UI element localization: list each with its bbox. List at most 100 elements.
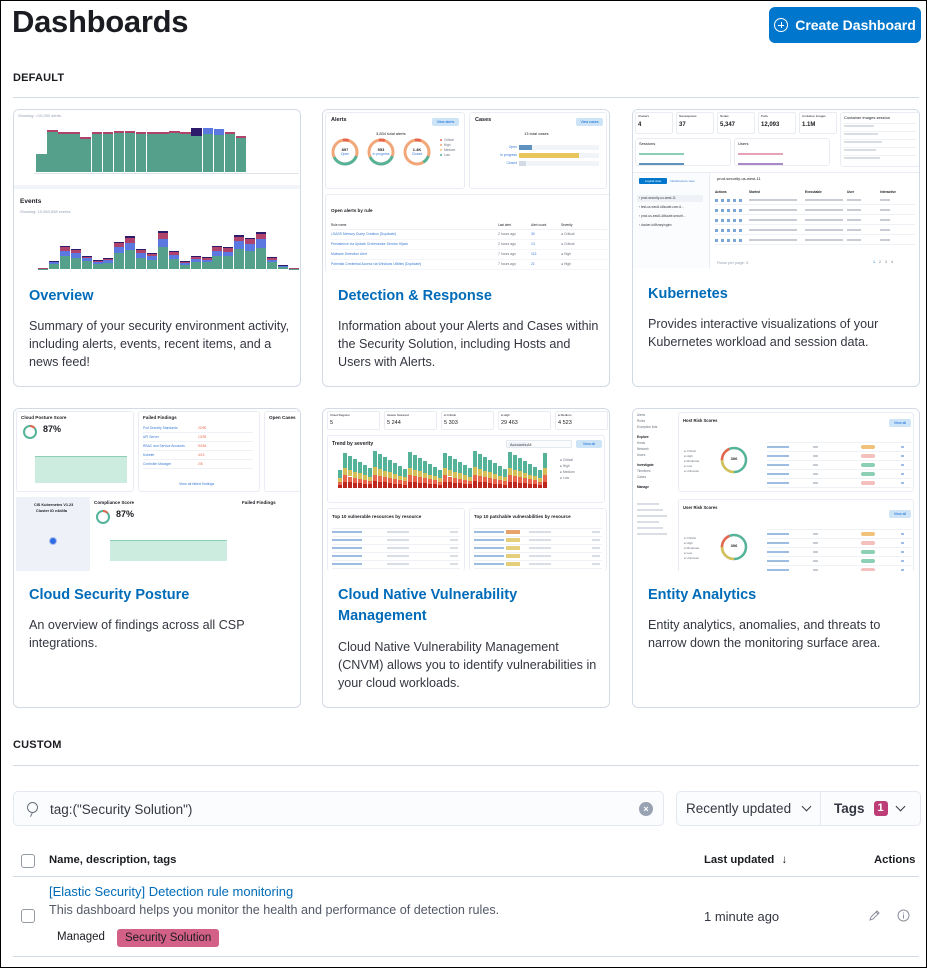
sort-select[interactable]: Recently updated — [677, 792, 821, 825]
trend-bar-segment — [388, 482, 392, 488]
security-solution-tag[interactable]: Security Solution — [117, 929, 220, 947]
create-dashboard-button[interactable]: Create Dashboard — [769, 7, 921, 43]
user-placeholder — [847, 199, 861, 201]
cvss-badge — [506, 546, 520, 550]
accounts-select[interactable]: Accounts All — [506, 440, 572, 448]
events-bar-segment — [168, 252, 179, 255]
sessions-label: Sessions — [639, 141, 656, 146]
cnvm-stat-value: 5 244 — [387, 420, 401, 426]
trend-bar-segment — [493, 463, 497, 474]
view-all-button[interactable]: View all — [576, 440, 602, 448]
column-header-last-updated[interactable]: Last updated ↓ — [704, 854, 787, 866]
user-view-all-button[interactable]: View all — [889, 510, 911, 518]
text-placeholder — [529, 555, 551, 557]
trend-bar-segment — [513, 455, 517, 470]
divider — [332, 552, 460, 553]
edit-pencil-icon[interactable] — [867, 909, 881, 923]
histogram-bar — [135, 132, 147, 172]
alerts-placeholder — [901, 482, 904, 484]
card-title[interactable]: Cloud Native Vulnerability Management — [338, 585, 598, 627]
managed-badge: Managed — [57, 931, 105, 943]
trend-bar-segment — [378, 454, 382, 469]
nav-item: Manage — [637, 485, 649, 489]
card-title[interactable]: Kubernetes — [648, 284, 908, 305]
trend-bar-segment — [443, 453, 447, 469]
histogram-bar-segment — [102, 132, 114, 135]
divider — [767, 469, 911, 470]
divider — [332, 544, 460, 545]
finding-name: API Server — [143, 435, 159, 439]
view-cases-button[interactable]: View cases — [576, 118, 603, 126]
nav-item-placeholder — [637, 509, 663, 511]
divider — [844, 123, 916, 124]
divider — [331, 259, 607, 260]
dashboard-card-cloud-security-posture[interactable]: Cloud Posture Score 87% Failed Findings … — [13, 408, 301, 708]
search-bar: × — [13, 791, 664, 826]
count-placeholder — [592, 555, 600, 557]
rule-name: Malware Detection Alert — [331, 252, 367, 256]
events-bar-segment — [48, 264, 59, 269]
dashboard-card-overview[interactable]: Showing: >10,000 alerts Events Showing: … — [13, 109, 301, 387]
card-title[interactable]: Overview — [29, 286, 289, 307]
logical-view-button[interactable]: Logical view — [639, 178, 667, 184]
trend-bar-segment — [528, 474, 532, 480]
events-bar-segment — [245, 243, 256, 251]
trend-bar-segment — [468, 476, 472, 481]
infra-view-button[interactable]: Infrastructure view — [670, 179, 695, 183]
dashboard-title-link[interactable]: [Elastic Security] Detection rule monito… — [49, 884, 293, 899]
histogram-bar-segment — [235, 135, 247, 138]
trend-bar-segment — [458, 478, 462, 484]
events-bar-segment — [59, 247, 70, 251]
executable-placeholder — [805, 199, 843, 201]
trend-bar-segment — [523, 461, 527, 473]
cnvm-stat-value: 5 — [330, 420, 334, 426]
trend-bar-segment — [413, 455, 417, 470]
session-column-header: Actions — [715, 190, 727, 194]
divider — [715, 214, 915, 215]
tags-filter-button[interactable]: Tags 1 — [821, 792, 920, 825]
trend-bar-segment — [433, 467, 437, 477]
trend-bar-segment — [393, 479, 397, 484]
row-action-icons — [715, 229, 743, 232]
dashboard-card-cnvm[interactable]: Cloud Regions 5 Assets Scanned 5 244 ● Criti… — [322, 408, 610, 708]
cnvm-stat-value: 4 523 — [558, 420, 572, 426]
info-icon[interactable] — [897, 909, 910, 922]
cluster-title: CIS Kubernetes V1.23 — [34, 503, 74, 507]
events-bar-segment — [157, 247, 168, 269]
card-title[interactable]: Detection & Response — [338, 286, 598, 307]
alerts-placeholder — [901, 446, 904, 448]
dashboard-card-entity-analytics[interactable]: Alerts Rules Exception lists Explore Hosts Ne… — [632, 408, 920, 708]
trend-bar-segment — [473, 451, 477, 468]
view-all-failed-link[interactable]: View all failed findings — [179, 482, 214, 486]
events-bar-segment — [190, 257, 201, 259]
search-input[interactable] — [50, 799, 630, 819]
view-alerts-button[interactable]: View alerts — [432, 118, 459, 126]
select-all-checkbox[interactable] — [21, 854, 35, 868]
clear-search-icon[interactable]: × — [639, 802, 653, 816]
count-placeholder — [450, 563, 458, 565]
divider — [844, 131, 916, 132]
cnvm-stat-value: 5 303 — [444, 420, 458, 426]
card-title[interactable]: Cloud Security Posture — [29, 585, 289, 606]
started-placeholder — [749, 209, 797, 211]
trend-bar-segment — [468, 480, 472, 485]
row-checkbox[interactable] — [21, 909, 35, 923]
finding-value: 22/90 — [198, 426, 207, 430]
risk-badge — [861, 550, 875, 554]
total-cases: 13 total cases — [524, 131, 549, 136]
legend-dot — [440, 154, 442, 156]
histogram-bar-segment — [191, 128, 202, 136]
trend-bar-segment — [368, 484, 372, 488]
score-placeholder — [813, 446, 818, 448]
divider — [143, 459, 253, 460]
dashboard-card-kubernetes[interactable]: Clusters 4 Namespaces 37 Nodes 5,347 Pods 12,09… — [632, 109, 920, 387]
top-resources-panel: Top 10 vulnerable resources by resource — [327, 508, 465, 571]
name-placeholder — [767, 551, 789, 553]
csp-thumbnail: Cloud Posture Score 87% Failed Findings … — [14, 409, 300, 571]
host-view-all-button[interactable]: View all — [889, 419, 911, 427]
card-title[interactable]: Entity Analytics — [648, 585, 908, 606]
divider — [13, 876, 919, 877]
events-bar-segment — [136, 250, 147, 254]
trend-bar-segment — [383, 476, 387, 483]
dashboard-card-detection-response[interactable]: Alerts View alerts 3,834 total alerts 89… — [322, 109, 610, 387]
